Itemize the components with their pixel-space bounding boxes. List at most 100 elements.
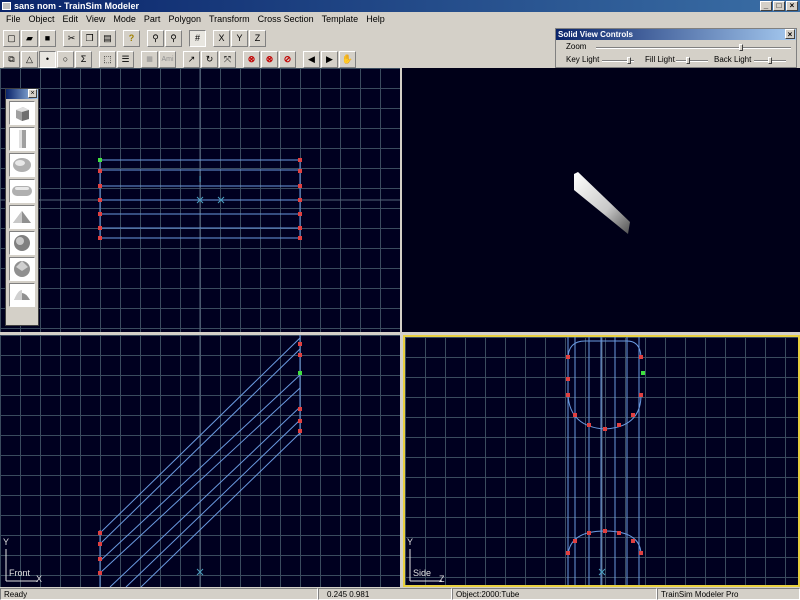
- cone-icon: [14, 290, 30, 300]
- cut-button[interactable]: ✂: [63, 29, 80, 47]
- tube-icon: [12, 186, 32, 196]
- front-axis-y-label: Y: [3, 537, 10, 547]
- cone-shape-button[interactable]: [9, 283, 35, 307]
- menu-view[interactable]: View: [82, 12, 109, 26]
- solid-view-controls-title-bar[interactable]: Solid View Controls ×: [556, 29, 796, 40]
- save-button[interactable]: ■: [39, 29, 56, 47]
- minimize-button[interactable]: _: [760, 1, 772, 11]
- sum-button[interactable]: Σ: [75, 50, 92, 68]
- zoom-out-button[interactable]: ⚲: [165, 29, 182, 47]
- move-button[interactable]: ↗: [183, 50, 200, 68]
- sphere-shape-button[interactable]: [9, 231, 35, 255]
- shape-palette-title-bar[interactable]: ×: [6, 89, 38, 99]
- maximize-button[interactable]: □: [773, 1, 785, 11]
- select-circle-button[interactable]: ○: [57, 50, 74, 68]
- delete-object-button[interactable]: ⊗: [243, 50, 260, 68]
- front-view-wireframe: [5, 335, 302, 587]
- front-axis-x-label: X: [36, 574, 43, 584]
- status-coordinates: 0.245 0.981: [318, 588, 452, 600]
- delete-vertex-button[interactable]: ⊗: [261, 50, 278, 68]
- app-window: sans nom - TrainSim Modeler _ □ × File O…: [0, 0, 800, 600]
- menu-transform[interactable]: Transform: [205, 12, 254, 26]
- geosphere-icon: [14, 261, 30, 277]
- rotate-button[interactable]: ↻: [201, 50, 218, 68]
- texture-icon: ▦: [146, 56, 153, 63]
- pyramid-shape-button[interactable]: [9, 205, 35, 229]
- back-light-label: Back Light: [714, 55, 752, 64]
- close-button[interactable]: ×: [786, 1, 798, 11]
- copy-button[interactable]: ❐: [81, 29, 98, 47]
- animation-button[interactable]: Ami: [159, 50, 176, 68]
- app-icon: [2, 2, 11, 10]
- mirror-z-button[interactable]: Z: [249, 29, 266, 47]
- top-viewport[interactable]: [0, 68, 400, 332]
- grid-toggle-button[interactable]: #: [189, 29, 206, 47]
- delete-polygon-button[interactable]: ⊘: [279, 50, 296, 68]
- next-button[interactable]: ▶: [321, 50, 338, 68]
- mirror-y-button[interactable]: Y: [231, 29, 248, 47]
- menu-object[interactable]: Object: [25, 12, 59, 26]
- fill-light-slider-thumb[interactable]: [685, 57, 690, 64]
- shape-palette-close-button[interactable]: ×: [28, 89, 37, 98]
- zoom-in-button[interactable]: ⚲: [147, 29, 164, 47]
- tube-shape-button[interactable]: [9, 179, 35, 203]
- fill-light-slider[interactable]: [676, 57, 708, 64]
- menu-edit[interactable]: Edit: [59, 12, 83, 26]
- cylinder-icon: [19, 130, 26, 148]
- status-bar: Ready 0.245 0.981 Object:2000:Tube Train…: [0, 588, 800, 600]
- box-icon: [16, 107, 29, 121]
- zoom-slider-thumb[interactable]: [739, 44, 744, 51]
- menu-polygon[interactable]: Polygon: [164, 12, 205, 26]
- scale-button[interactable]: ⤧: [219, 50, 236, 68]
- mirror-x-button[interactable]: X: [213, 29, 230, 47]
- key-light-slider-thumb[interactable]: [627, 57, 632, 64]
- title-bar[interactable]: sans nom - TrainSim Modeler _ □ ×: [0, 0, 800, 12]
- solid-view-close-button[interactable]: ×: [785, 29, 795, 39]
- menu-part[interactable]: Part: [140, 12, 165, 26]
- solid-view-render: [574, 172, 630, 234]
- back-light-slider[interactable]: [754, 57, 786, 64]
- open-file-button[interactable]: ▰: [21, 29, 38, 47]
- ellipse-shape-button[interactable]: [9, 153, 35, 177]
- hand-icon: ✋: [341, 53, 354, 64]
- top-view-wireframe: [0, 68, 400, 332]
- geosphere-shape-button[interactable]: [9, 257, 35, 281]
- solid-3d-viewport[interactable]: [402, 68, 800, 332]
- cylinder-shape-button[interactable]: [9, 127, 35, 151]
- status-product: TrainSim Modeler Pro: [657, 588, 800, 600]
- marquee-select-button[interactable]: ⬚: [99, 50, 116, 68]
- hand-pan-button[interactable]: ✋: [339, 50, 356, 68]
- texture-button[interactable]: ▦: [141, 50, 158, 68]
- select-object-button[interactable]: ⧉: [3, 50, 20, 68]
- arrow-left-icon: ◀: [308, 53, 315, 64]
- scissors-icon: ✂: [67, 32, 76, 43]
- mirror-z-icon: Z: [254, 33, 261, 43]
- menu-template[interactable]: Template: [318, 12, 363, 26]
- key-light-slider[interactable]: [602, 57, 634, 64]
- help-button[interactable]: ?: [123, 29, 140, 47]
- question-icon: ?: [128, 33, 135, 43]
- select-polygon-button[interactable]: △: [21, 50, 38, 68]
- previous-button[interactable]: ◀: [303, 50, 320, 68]
- solid-view-controls-title: Solid View Controls: [558, 30, 633, 39]
- box-shape-button[interactable]: [9, 101, 35, 125]
- front-viewport[interactable]: Y X Front: [0, 335, 400, 587]
- edit-toolbar: ⧉ △ • ○ Σ ⬚ ☰ ▦ Ami ↗ ↻ ⤧ ⊗ ⊗ ⊘ ◀ ▶ ✋: [0, 48, 556, 70]
- sphere-icon: [14, 235, 30, 251]
- select-vertex-button[interactable]: •: [39, 50, 56, 68]
- zoom-slider[interactable]: [596, 44, 791, 51]
- menu-cross-section[interactable]: Cross Section: [254, 12, 318, 26]
- main-toolbar: ▢ ▰ ■ ✂ ❐ ▤ ? ⚲ ⚲ # X Y Z: [0, 27, 556, 49]
- menu-file[interactable]: File: [2, 12, 25, 26]
- back-light-slider-thumb[interactable]: [768, 57, 772, 64]
- paste-button[interactable]: ▤: [99, 29, 116, 47]
- circle-icon: ○: [62, 54, 69, 64]
- side-viewport[interactable]: Y Z Side: [403, 335, 800, 587]
- status-message: Ready: [0, 588, 318, 600]
- menu-help[interactable]: Help: [362, 12, 389, 26]
- lines-button[interactable]: ☰: [117, 50, 134, 68]
- side-axis-y-label: Y: [407, 537, 414, 547]
- menu-mode[interactable]: Mode: [109, 12, 140, 26]
- side-view-name: Side: [413, 568, 432, 578]
- new-file-button[interactable]: ▢: [3, 29, 20, 47]
